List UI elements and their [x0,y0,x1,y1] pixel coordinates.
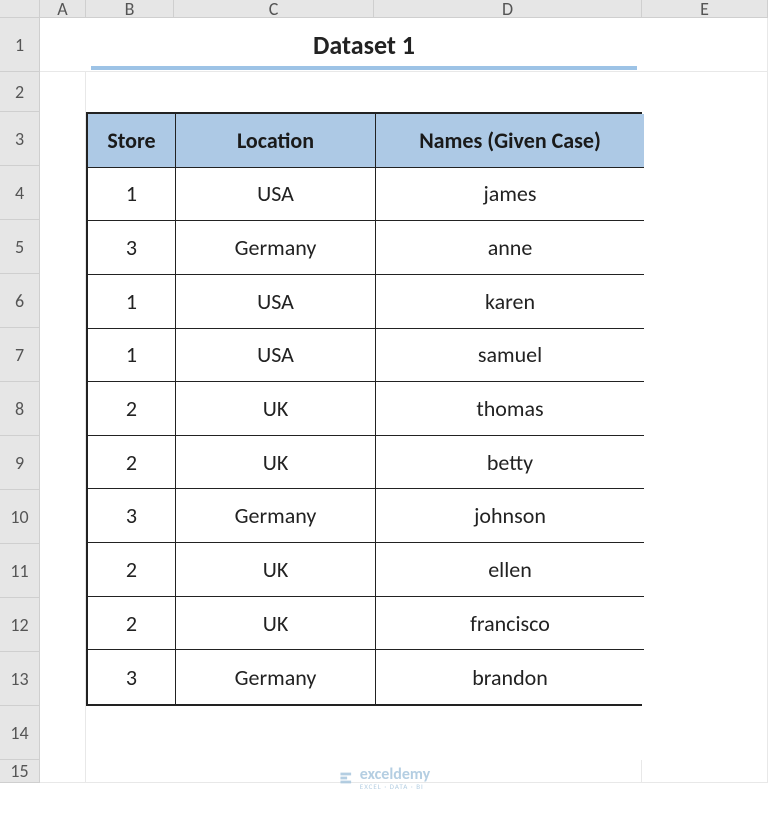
row15-bg[interactable] [86,760,642,783]
cell-location[interactable]: Germany [176,489,376,543]
cell-store[interactable]: 3 [88,221,176,275]
col-a-bg[interactable] [40,72,86,783]
row-header-11[interactable]: 11 [0,544,40,598]
cell-name[interactable]: francisco [376,597,644,651]
row-header-15[interactable]: 15 [0,760,40,783]
cell-name[interactable]: james [376,168,644,222]
col-header-c[interactable]: C [174,0,374,18]
cell-store[interactable]: 1 [88,168,176,222]
cell-location[interactable]: USA [176,329,376,383]
row-header-14[interactable]: 14 [0,706,40,760]
row-header-8[interactable]: 8 [0,382,40,436]
cell-store[interactable]: 3 [88,650,176,704]
col-header-d[interactable]: D [374,0,642,18]
row-header-9[interactable]: 9 [0,436,40,490]
cell-name[interactable]: samuel [376,329,644,383]
cell-location[interactable]: USA [176,275,376,329]
cell-name[interactable]: ellen [376,543,644,597]
cell-store[interactable]: 1 [88,329,176,383]
dataset-title[interactable]: Dataset 1 [86,18,642,72]
cell-store[interactable]: 2 [88,382,176,436]
col-header-a[interactable]: A [40,0,86,18]
cell-name[interactable]: karen [376,275,644,329]
header-names[interactable]: Names (Given Case) [376,114,644,168]
row-header-2[interactable]: 2 [0,72,40,112]
cell-store[interactable]: 2 [88,436,176,490]
cell-name[interactable]: betty [376,436,644,490]
cell-store[interactable]: 2 [88,543,176,597]
title-underline [91,66,637,70]
cell-location[interactable]: UK [176,436,376,490]
row-header-13[interactable]: 13 [0,652,40,706]
row-header-10[interactable]: 10 [0,490,40,544]
cell-store[interactable]: 1 [88,275,176,329]
cell-location[interactable]: Germany [176,221,376,275]
cell-name[interactable]: johnson [376,489,644,543]
cell-location[interactable]: UK [176,597,376,651]
cell-store[interactable]: 3 [88,489,176,543]
cell-name[interactable]: brandon [376,650,644,704]
cell-store[interactable]: 2 [88,597,176,651]
header-store[interactable]: Store [88,114,176,168]
row-header-3[interactable]: 3 [0,112,40,166]
spreadsheet-grid: A B C D E 1 2 3 4 5 6 7 8 9 10 11 12 13 … [0,0,768,783]
watermark-sub: EXCEL · DATA · BI [360,782,430,791]
row-header-12[interactable]: 12 [0,598,40,652]
row-header-6[interactable]: 6 [0,274,40,328]
cell-name[interactable]: thomas [376,382,644,436]
select-all-corner[interactable] [0,0,40,18]
col-header-b[interactable]: B [86,0,174,18]
data-table: Store Location Names (Given Case) 1 USA … [86,112,642,706]
row-header-4[interactable]: 4 [0,166,40,220]
cell-location[interactable]: USA [176,168,376,222]
row-header-5[interactable]: 5 [0,220,40,274]
cell-location[interactable]: UK [176,543,376,597]
cell-location[interactable]: Germany [176,650,376,704]
row-header-1[interactable]: 1 [0,18,40,72]
cell-location[interactable]: UK [176,382,376,436]
header-location[interactable]: Location [176,114,376,168]
col-header-e[interactable]: E [642,0,768,18]
dataset-title-text: Dataset 1 [313,29,415,61]
row-header-7[interactable]: 7 [0,328,40,382]
col-e-bg[interactable] [642,72,768,783]
cell-name[interactable]: anne [376,221,644,275]
